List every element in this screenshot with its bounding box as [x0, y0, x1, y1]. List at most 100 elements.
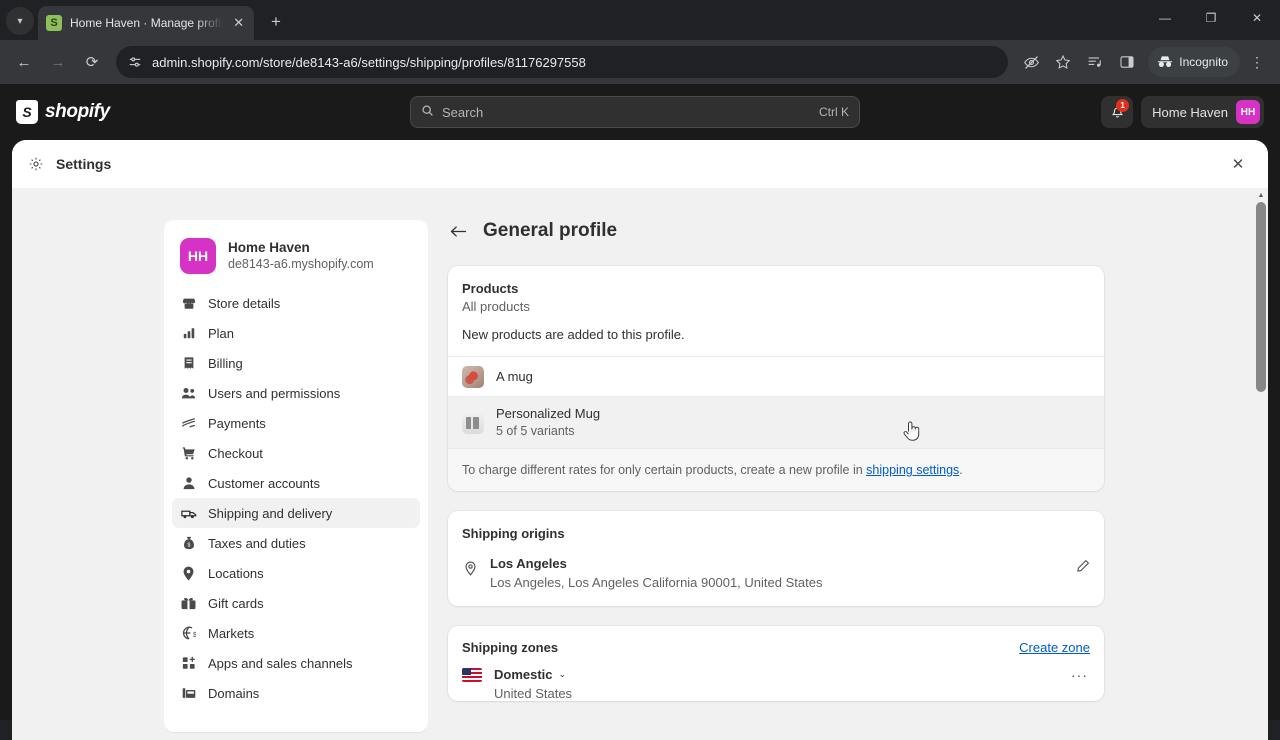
shipping-origin-row: Los Angeles Los Angeles, Los Angeles Cal… [448, 545, 1104, 606]
money-bag-icon: $ [180, 536, 197, 550]
product-name: A mug [496, 368, 533, 384]
search-shortcut: Ctrl K [819, 105, 849, 119]
sidebar-item-label: Store details [208, 295, 281, 311]
close-icon[interactable]: ✕ [1226, 152, 1250, 176]
store-menu-button[interactable]: Home Haven HH [1141, 96, 1264, 128]
sidebar-item-domains[interactable]: Domains [172, 678, 420, 708]
truck-icon [180, 507, 197, 520]
reload-icon[interactable]: ⟳ [76, 46, 108, 78]
shopify-topbar: S shopify Search Ctrl K 1 Home Haven HH [0, 84, 1280, 140]
location-pin-icon [462, 561, 478, 576]
zone-more-actions-icon[interactable]: ··· [1071, 667, 1088, 683]
payments-icon [180, 416, 197, 430]
products-card-note: New products are added to this profile. [462, 327, 685, 342]
sidebar-item-markets[interactable]: $ Markets [172, 618, 420, 648]
minimize-icon[interactable]: — [1142, 0, 1188, 36]
shopify-wordmark: shopify [45, 101, 110, 122]
sidebar-item-apps-and-sales-channels[interactable]: Apps and sales channels [172, 648, 420, 678]
sidebar-item-label: Customer accounts [208, 475, 320, 491]
search-input[interactable]: Search Ctrl K [410, 96, 860, 128]
products-card-title: Products [462, 281, 519, 296]
table-row[interactable]: Personalized Mug 5 of 5 variants [448, 396, 1104, 448]
browser-tab-strip: ▾ S Home Haven · Manage profile · ✕ + — … [0, 0, 1280, 40]
notifications-button[interactable]: 1 [1101, 96, 1134, 128]
shipping-settings-link[interactable]: shipping settings [866, 463, 959, 477]
close-icon[interactable]: ✕ [231, 15, 246, 31]
location-pin-icon [180, 566, 197, 581]
zone-name: Domestic [494, 667, 553, 682]
browser-tab[interactable]: S Home Haven · Manage profile · ✕ [38, 6, 254, 40]
incognito-label: Incognito [1179, 55, 1228, 69]
window-close-icon[interactable]: ✕ [1234, 0, 1280, 36]
tune-icon[interactable] [128, 55, 142, 69]
split-list-icon[interactable] [1080, 47, 1110, 77]
address-bar[interactable]: admin.shopify.com/store/de8143-a6/settin… [116, 46, 1009, 78]
modal-header: Settings ✕ [12, 140, 1268, 188]
topbar-right-group: 1 Home Haven HH [1101, 96, 1264, 128]
sidebar-item-billing[interactable]: Billing [172, 348, 420, 378]
sidebar-item-locations[interactable]: Locations [172, 558, 420, 588]
us-flag-icon [462, 667, 482, 682]
sidebar-item-payments[interactable]: Payments [172, 408, 420, 438]
sidebar-item-label: Users and permissions [208, 385, 341, 401]
star-icon[interactable] [1048, 47, 1078, 77]
table-row[interactable]: A mug [448, 356, 1104, 396]
vertical-scrollbar[interactable]: ▲ [1254, 188, 1268, 740]
modal-body: HH Home Haven de8143-a6.myshopify.com St… [12, 188, 1268, 740]
sidebar-item-customer-accounts[interactable]: Customer accounts [172, 468, 420, 498]
origin-name: Los Angeles [490, 556, 567, 571]
zones-header: Shipping zones Create zone [448, 626, 1104, 663]
back-arrow-icon[interactable] [450, 225, 467, 238]
forward-icon[interactable]: → [42, 46, 74, 78]
shopify-logo[interactable]: S shopify [0, 100, 110, 124]
sidebar-item-users-and-permissions[interactable]: Users and permissions [172, 378, 420, 408]
sidebar-item-label: Markets [208, 625, 255, 641]
eye-off-icon[interactable] [1016, 47, 1046, 77]
sidebar-item-plan[interactable]: Plan [172, 318, 420, 348]
sidebar-item-label: Apps and sales channels [208, 655, 353, 671]
settings-sidebar: HH Home Haven de8143-a6.myshopify.com St… [164, 220, 428, 732]
settings-main-panel: General profile Products All products Ne… [448, 220, 1104, 740]
receipt-icon [180, 356, 197, 370]
incognito-indicator[interactable]: Incognito [1148, 47, 1240, 77]
shopify-favicon: S [46, 15, 62, 31]
create-zone-button[interactable]: Create zone [1019, 640, 1090, 655]
notification-count-badge: 1 [1116, 99, 1130, 112]
avatar: HH [1236, 100, 1260, 124]
sidebar-item-store-details[interactable]: Store details [172, 288, 420, 318]
new-tab-button[interactable]: + [262, 8, 290, 36]
person-icon [180, 476, 197, 490]
side-panel-icon[interactable] [1112, 47, 1142, 77]
tab-search-chevron-icon[interactable]: ▾ [6, 7, 34, 35]
incognito-icon [1158, 56, 1173, 67]
zone-country: United States [494, 686, 573, 701]
sidebar-item-gift-cards[interactable]: Gift cards [172, 588, 420, 618]
search-icon [421, 104, 434, 120]
zones-card-title: Shipping zones [462, 640, 559, 655]
pencil-icon[interactable] [1076, 559, 1090, 576]
shipping-zone-row[interactable]: Domestic ⌄ ··· [448, 663, 1104, 684]
sidebar-item-label: Taxes and duties [208, 535, 306, 551]
globe-icon: $ [180, 626, 197, 640]
maximize-icon[interactable]: ❐ [1188, 0, 1234, 36]
product-name: Personalized Mug [496, 406, 601, 421]
products-card-subtitle: All products [462, 299, 530, 314]
sidebar-item-shipping-and-delivery[interactable]: Shipping and delivery [172, 498, 420, 528]
scroll-up-arrow-icon[interactable]: ▲ [1254, 188, 1268, 202]
sidebar-item-taxes-and-duties[interactable]: $ Taxes and duties [172, 528, 420, 558]
back-icon[interactable]: ← [8, 46, 40, 78]
origins-card-title: Shipping origins [462, 526, 565, 541]
address-bar-url: admin.shopify.com/store/de8143-a6/settin… [152, 54, 586, 70]
sidebar-store-header[interactable]: HH Home Haven de8143-a6.myshopify.com [172, 228, 420, 288]
chevron-down-icon[interactable]: ⌄ [559, 669, 567, 680]
store-name: Home Haven [228, 240, 310, 255]
store-domain: de8143-a6.myshopify.com [228, 257, 374, 271]
sidebar-item-label: Locations [208, 565, 264, 581]
sidebar-item-label: Gift cards [208, 595, 264, 611]
sidebar-item-checkout[interactable]: Checkout [172, 438, 420, 468]
origin-address: Los Angeles, Los Angeles California 9000… [490, 575, 823, 590]
gear-icon [28, 156, 44, 172]
scrollbar-thumb[interactable] [1256, 202, 1266, 392]
three-dot-menu-icon[interactable]: ⋮ [1242, 47, 1272, 77]
browser-tab-title: Home Haven · Manage profile · [70, 16, 224, 30]
